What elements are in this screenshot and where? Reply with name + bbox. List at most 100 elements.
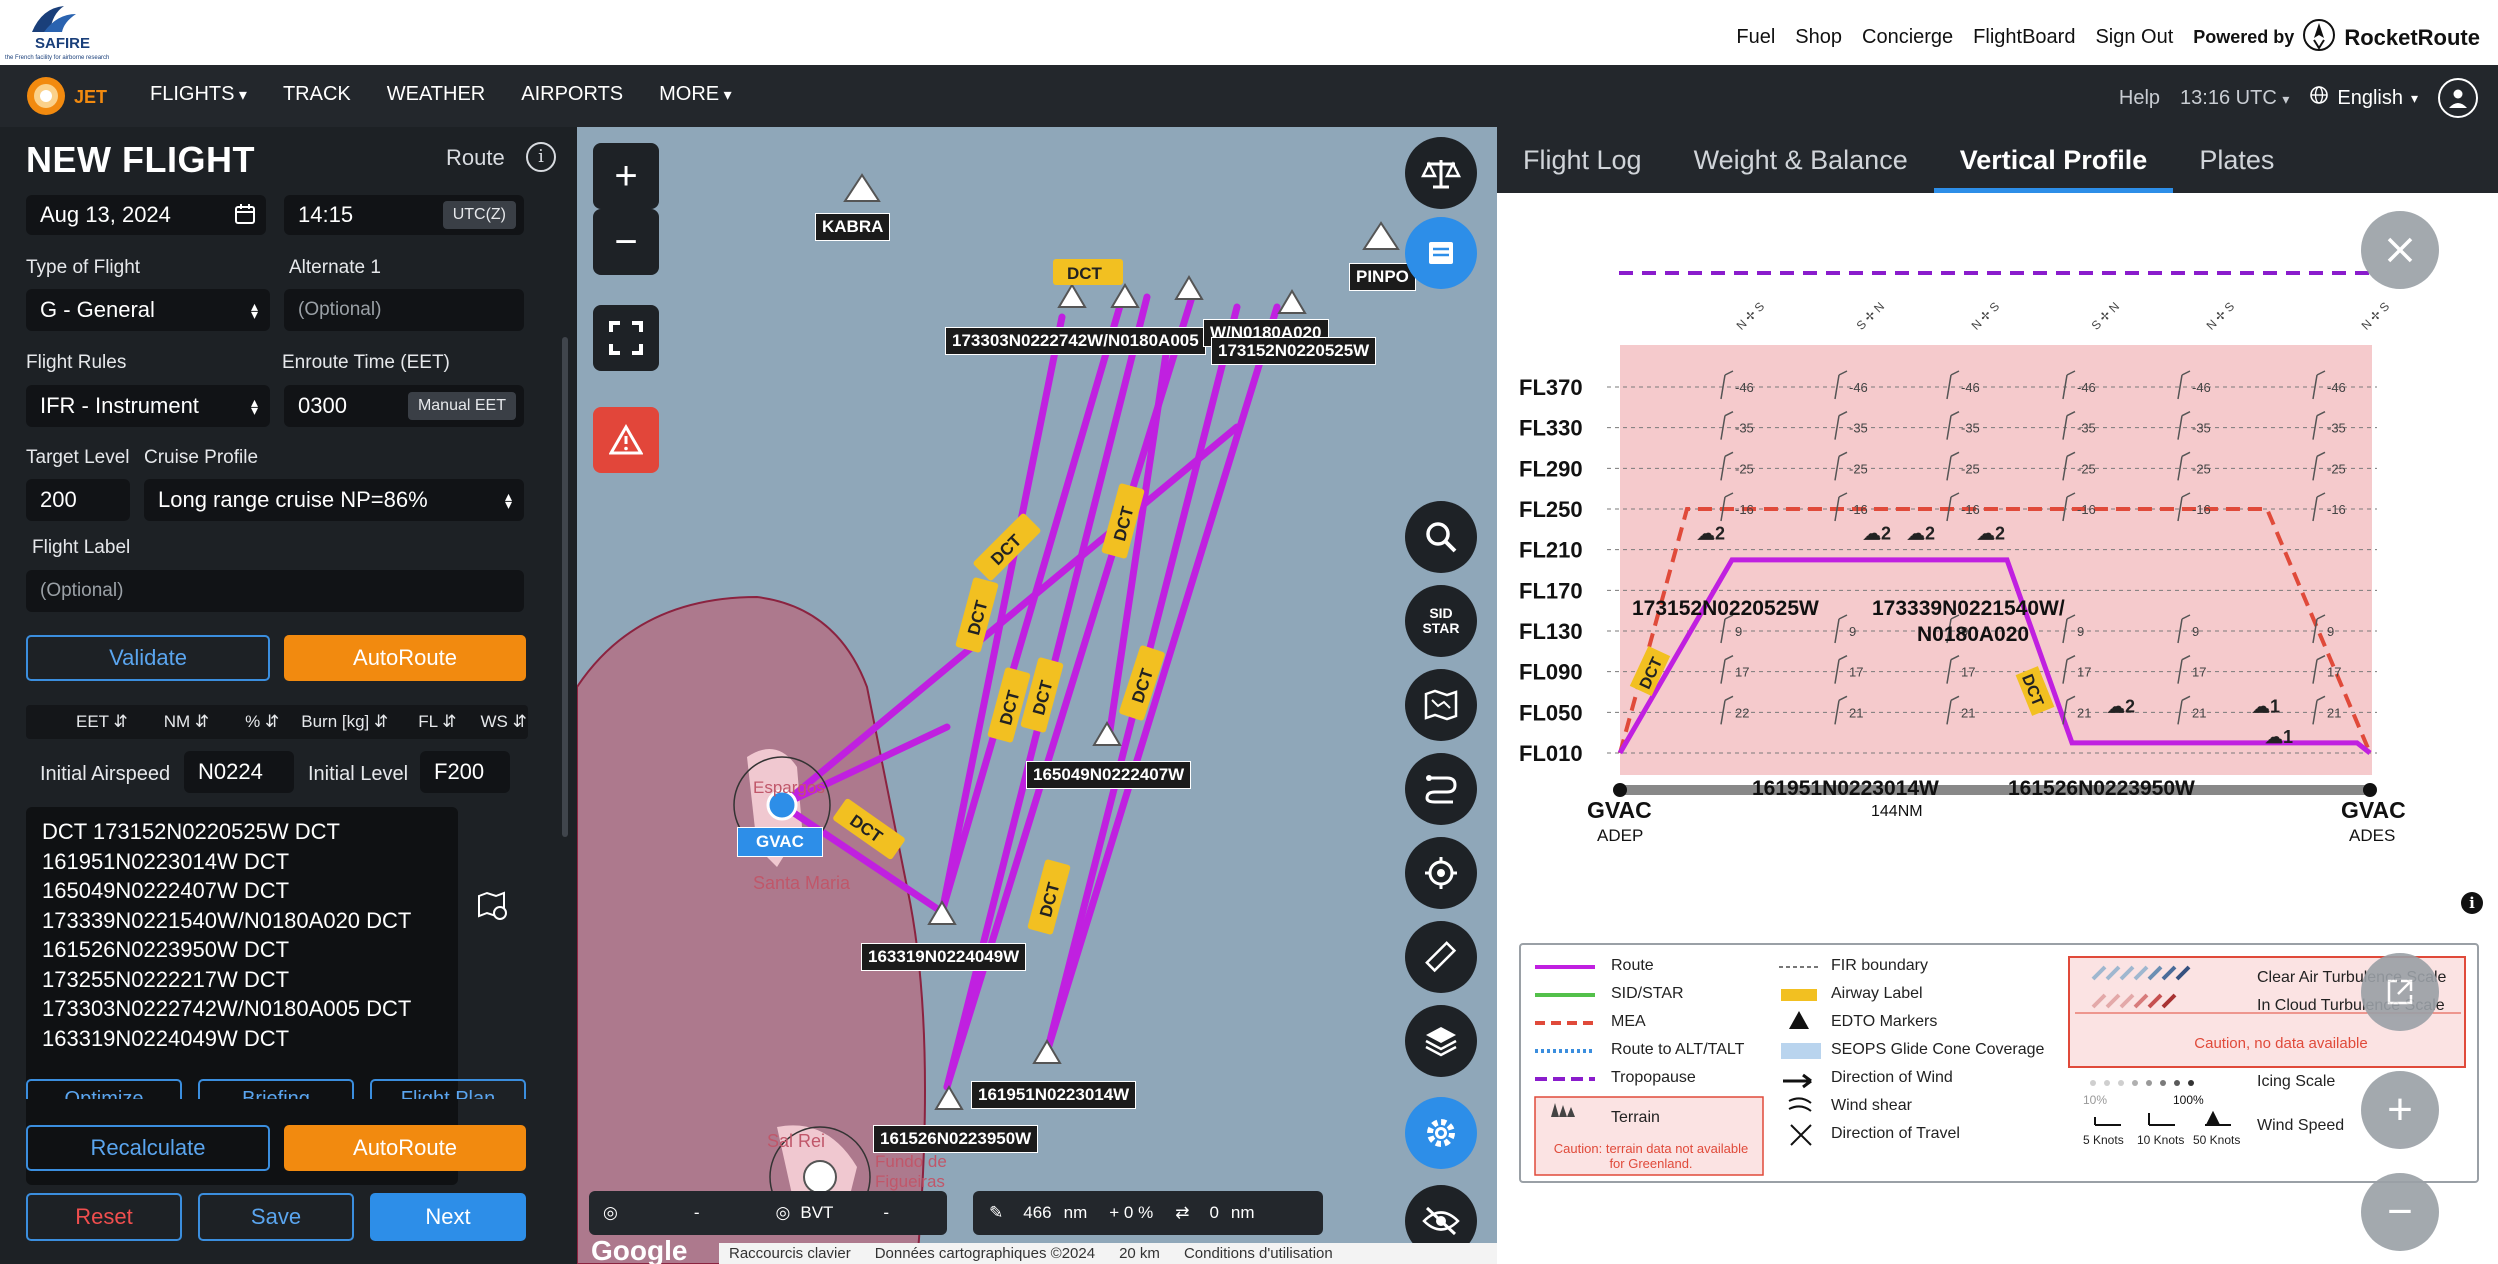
waypoint-label-wp7[interactable]: 161526N0223950W xyxy=(873,1125,1039,1153)
map-route-icon[interactable] xyxy=(476,889,510,928)
briefing-doc-button[interactable] xyxy=(1405,217,1477,289)
waypoint-label-wp6[interactable]: 161951N0223014W xyxy=(971,1081,1137,1109)
close-button[interactable] xyxy=(2361,211,2439,289)
open-external-button[interactable] xyxy=(2361,953,2439,1031)
col-fl[interactable]: FL ⇵ xyxy=(418,712,456,732)
route-map[interactable]: DCT DCT DCT DCT DCT DCT DCT DCT DCT Espa… xyxy=(577,127,1497,1264)
nav-flights[interactable]: FLIGHTS xyxy=(150,83,247,106)
sid-star-button[interactable]: SID STAR xyxy=(1405,585,1477,657)
zoom-out-button[interactable]: − xyxy=(593,209,659,275)
eet-value: 0300 xyxy=(298,393,347,418)
waypoint-triangle[interactable] xyxy=(1110,283,1140,308)
language-select[interactable]: English ▾ xyxy=(2309,85,2418,111)
waypoint-label-kabra[interactable]: KABRA xyxy=(815,213,891,241)
reset-button[interactable]: Reset xyxy=(26,1193,182,1241)
autoroute-bottom-button[interactable]: AutoRoute xyxy=(284,1125,526,1171)
eet-field[interactable]: 0300 Manual EET xyxy=(284,385,524,427)
ruler-button[interactable] xyxy=(1405,921,1477,993)
fullscreen-button[interactable] xyxy=(593,305,659,371)
initial-airspeed-input[interactable]: N0224 xyxy=(184,751,294,793)
waypoint-label-wp3[interactable]: 173152N0220525W xyxy=(1211,337,1377,365)
jet-logo[interactable]: JET xyxy=(22,70,118,122)
safire-logo[interactable]: SAFIRE the French facility for airborne … xyxy=(2,2,122,62)
temperature-readout: 21 xyxy=(2077,705,2091,720)
locate-button[interactable] xyxy=(1405,837,1477,909)
info-icon[interactable]: i xyxy=(2461,892,2483,914)
nav-airports[interactable]: AIRPORTS xyxy=(521,83,623,106)
recalculate-button[interactable]: Recalculate xyxy=(26,1125,270,1171)
time-display[interactable]: 13:16 UTC ▾ xyxy=(2180,87,2289,110)
waypoint-triangle[interactable] xyxy=(1362,221,1400,250)
info-icon[interactable]: i xyxy=(526,142,556,172)
type-select[interactable]: G - General ▴ ▾ xyxy=(26,289,270,331)
zoom-in-profile-button[interactable]: + xyxy=(2361,1071,2439,1149)
nav-more[interactable]: MORE xyxy=(659,83,731,106)
cruise-select[interactable]: Long range cruise NP=86% ▴ ▾ xyxy=(144,479,524,521)
validate-button[interactable]: Validate xyxy=(26,635,270,681)
attribution-shortcuts[interactable]: Raccourcis clavier xyxy=(729,1245,851,1262)
zoom-out-profile-button[interactable]: − xyxy=(2361,1173,2439,1251)
save-button[interactable]: Save xyxy=(198,1193,354,1241)
nav-weather[interactable]: WEATHER xyxy=(387,83,486,106)
waypoint-triangle[interactable] xyxy=(1057,283,1087,308)
autoroute-button[interactable]: AutoRoute xyxy=(284,635,526,681)
next-button[interactable]: Next xyxy=(370,1193,526,1241)
waypoint-triangle[interactable] xyxy=(1174,275,1204,300)
airport-marker[interactable] xyxy=(803,1160,837,1194)
link-concierge[interactable]: Concierge xyxy=(1862,26,1953,49)
tab-vertical-profile[interactable]: Vertical Profile xyxy=(1933,127,2174,193)
tab-weight-balance[interactable]: Weight & Balance xyxy=(1668,127,1934,193)
airway-swatch xyxy=(1781,989,1817,1001)
waypoint-label-pinpo[interactable]: PINPO xyxy=(1349,263,1416,291)
waypoint-triangle[interactable] xyxy=(1277,289,1307,314)
airport-label-gvac[interactable]: GVAC xyxy=(737,827,823,857)
tab-flight-log[interactable]: Flight Log xyxy=(1497,127,1668,193)
legend-terrain-caution: Caution: terrain data not available for … xyxy=(1553,1141,1749,1171)
waypoint-triangle[interactable] xyxy=(934,1085,964,1110)
waypoint-triangle[interactable] xyxy=(843,173,881,202)
link-flightboard[interactable]: FlightBoard xyxy=(1973,26,2075,49)
tab-plates[interactable]: Plates xyxy=(2173,127,2300,193)
ruler-icon xyxy=(1425,941,1457,973)
col-ws[interactable]: WS ⇵ xyxy=(480,712,526,732)
rocketroute-brand[interactable]: RocketRoute xyxy=(2344,25,2480,51)
link-shop[interactable]: Shop xyxy=(1795,26,1842,49)
form-scrollbar[interactable] xyxy=(562,337,568,837)
legend-edto: EDTO Markers xyxy=(1831,1013,1938,1030)
search-button[interactable] xyxy=(1405,501,1477,573)
user-avatar[interactable] xyxy=(2438,78,2478,118)
layers-button[interactable] xyxy=(1405,1005,1477,1077)
rules-select[interactable]: IFR - Instrument ▴ ▾ xyxy=(26,385,270,427)
warning-button[interactable] xyxy=(593,407,659,473)
temperature-readout: -46 xyxy=(2192,380,2211,395)
date-field[interactable]: Aug 13, 2024 xyxy=(26,195,266,235)
top-links: Fuel Shop Concierge FlightBoard Sign Out… xyxy=(1736,18,2480,57)
col-nm[interactable]: NM ⇵ xyxy=(164,712,209,732)
settings-button[interactable] xyxy=(1405,1097,1477,1169)
waypoint-label-wp1[interactable]: 173303N0222742W/N0180A005 xyxy=(945,327,1206,355)
waypoint-label-wp5[interactable]: 163319N0224049W xyxy=(861,943,1027,971)
initial-level-input[interactable]: F200 xyxy=(420,751,510,793)
col-pct[interactable]: % ⇵ xyxy=(245,712,279,732)
link-sign-out[interactable]: Sign Out xyxy=(2095,26,2173,49)
col-eet[interactable]: EET ⇵ xyxy=(76,712,128,732)
link-fuel[interactable]: Fuel xyxy=(1736,26,1775,49)
balance-button[interactable] xyxy=(1405,137,1477,209)
flight-label-input[interactable]: (Optional) xyxy=(26,570,524,612)
chart-map-button[interactable] xyxy=(1405,669,1477,741)
zoom-in-button[interactable]: + xyxy=(593,143,659,209)
waypoint-label-wp4[interactable]: 165049N0222407W xyxy=(1026,761,1192,789)
waypoint-triangle[interactable] xyxy=(1092,721,1122,746)
manual-eet-tag[interactable]: Manual EET xyxy=(407,392,516,420)
nav-help[interactable]: Help xyxy=(2119,87,2160,110)
alternate-input[interactable]: (Optional) xyxy=(284,289,524,331)
temperature-readout: 21 xyxy=(2192,705,2206,720)
col-burn[interactable]: Burn [kg] ⇵ xyxy=(301,712,388,732)
route-button[interactable] xyxy=(1405,753,1477,825)
waypoint-triangle[interactable] xyxy=(1032,1039,1062,1064)
nav-track[interactable]: TRACK xyxy=(283,83,351,106)
attribution-terms[interactable]: Conditions d'utilisation xyxy=(1184,1245,1333,1262)
target-level-input[interactable]: 200 xyxy=(26,479,130,521)
time-field[interactable]: 14:15 UTC(Z) xyxy=(284,195,524,235)
compass-rose: N ✢ S xyxy=(1734,299,1768,333)
